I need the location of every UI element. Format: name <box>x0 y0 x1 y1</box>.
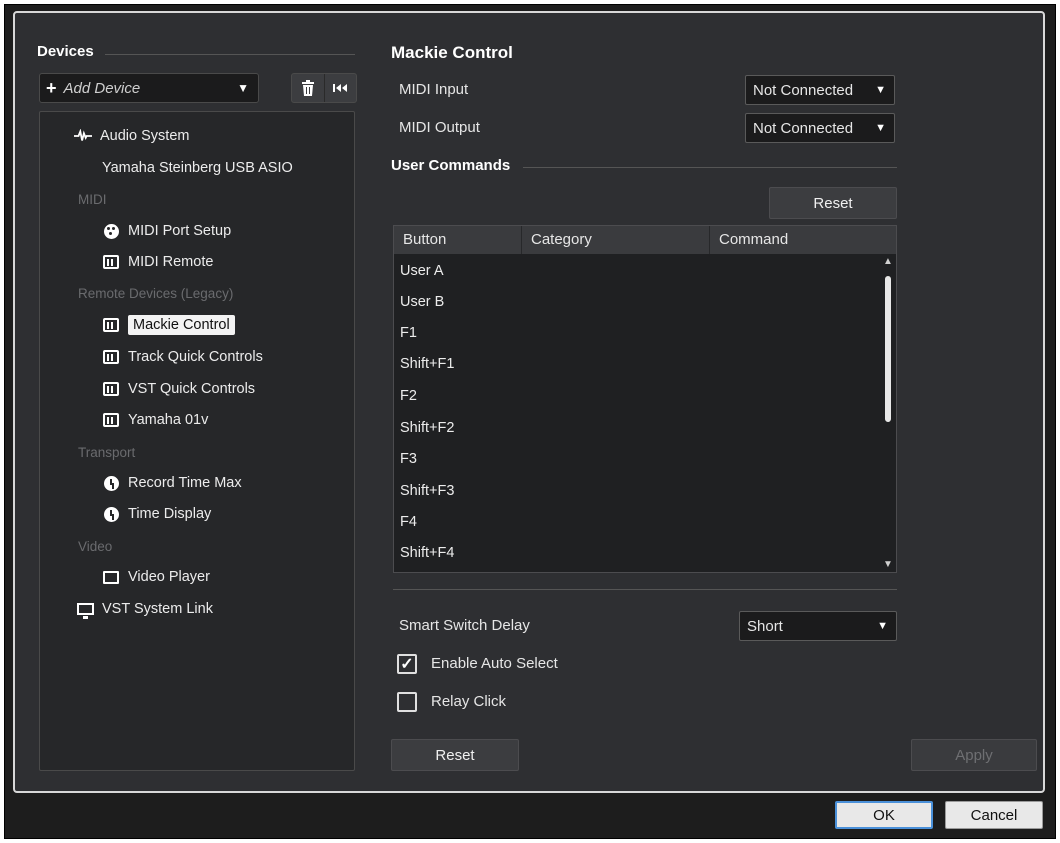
chevron-down-icon: ▼ <box>877 620 888 632</box>
cancel-button[interactable]: Cancel <box>945 801 1043 829</box>
table-row[interactable]: F2 <box>394 381 880 412</box>
keyboard-icon <box>102 380 120 398</box>
keyboard-icon <box>102 411 120 429</box>
tree-category-remote-devices: Remote Devices (Legacy) <box>78 286 234 301</box>
scrollbar-thumb[interactable] <box>885 276 891 422</box>
tree-item-video-player[interactable]: Video Player <box>102 565 210 589</box>
user-commands-reset-button[interactable]: Reset <box>769 187 897 219</box>
tree-item-label: Time Display <box>128 506 212 522</box>
section-divider <box>393 589 897 590</box>
studio-setup-panel: Devices + Add Device ▼ Audio System Yama… <box>13 11 1045 793</box>
enable-auto-select-checkbox[interactable]: ✓ <box>397 654 417 674</box>
tree-item-mackie-control[interactable]: Mackie Control <box>102 313 235 337</box>
smart-switch-delay-value: Short <box>747 617 783 635</box>
ok-button[interactable]: OK <box>835 801 933 829</box>
tree-item-label: Video Player <box>128 569 210 585</box>
tree-item-label: VST Quick Controls <box>128 381 256 397</box>
midi-port-icon <box>102 222 120 240</box>
midi-input-value: Not Connected <box>753 81 854 99</box>
table-row[interactable]: Shift+F1 <box>394 349 880 380</box>
plus-icon: + <box>46 77 57 98</box>
clock-icon <box>102 505 120 523</box>
tree-item-audio-system[interactable]: Audio System <box>74 124 189 148</box>
tree-item-record-time-max[interactable]: Record Time Max <box>102 471 242 495</box>
tree-item-midi-port-setup[interactable]: MIDI Port Setup <box>102 219 231 243</box>
table-row[interactable]: User A <box>394 256 880 287</box>
tree-item-label: MIDI Remote <box>128 254 214 270</box>
relay-click-label: Relay Click <box>431 693 507 710</box>
add-device-dropdown[interactable]: + Add Device ▼ <box>39 73 259 103</box>
devices-title: Devices <box>37 43 94 60</box>
table-row[interactable]: F1 <box>394 318 880 349</box>
dialog-window: Devices + Add Device ▼ Audio System Yama… <box>4 4 1056 839</box>
column-header-button[interactable]: Button <box>394 226 522 254</box>
checkmark-icon: ✓ <box>400 656 414 673</box>
midi-output-value: Not Connected <box>753 119 854 137</box>
tree-item-vst-system-link[interactable]: VST System Link <box>76 597 213 621</box>
chevron-down-icon: ▼ <box>875 84 886 96</box>
midi-input-label: MIDI Input <box>399 81 469 98</box>
midi-output-dropdown[interactable]: Not Connected ▼ <box>745 113 895 143</box>
table-row[interactable]: F3 <box>394 444 880 475</box>
trash-icon <box>301 80 314 96</box>
reset-device-button[interactable] <box>323 74 356 102</box>
device-tools <box>291 73 357 103</box>
user-commands-line <box>523 167 897 168</box>
tree-item-label: Track Quick Controls <box>128 349 263 365</box>
tree-item-label: Audio System <box>100 128 190 144</box>
table-header: Button Category Command <box>394 226 896 254</box>
tree-item-label: Record Time Max <box>128 475 242 491</box>
scroll-up-icon[interactable]: ▲ <box>880 256 896 267</box>
tree-item-label: MIDI Port Setup <box>128 223 232 239</box>
devices-title-line <box>105 54 355 55</box>
chevron-down-icon: ▼ <box>237 81 249 95</box>
tree-item-track-quick-controls[interactable]: Track Quick Controls <box>102 345 263 369</box>
table-scrollbar[interactable]: ▲ ▼ <box>880 254 896 572</box>
midi-input-dropdown[interactable]: Not Connected ▼ <box>745 75 895 105</box>
relay-click-checkbox[interactable] <box>397 692 417 712</box>
apply-button[interactable]: Apply <box>911 739 1037 771</box>
enable-auto-select-label: Enable Auto Select <box>431 655 558 672</box>
smart-switch-delay-dropdown[interactable]: Short ▼ <box>739 611 897 641</box>
column-header-command[interactable]: Command <box>710 226 896 254</box>
video-icon <box>102 568 120 586</box>
delete-device-button[interactable] <box>292 74 324 102</box>
tree-category-transport: Transport <box>78 445 136 460</box>
tree-item-midi-remote[interactable]: MIDI Remote <box>102 250 213 274</box>
user-commands-title: User Commands <box>391 157 511 174</box>
bottom-reset-button[interactable]: Reset <box>391 739 519 771</box>
chevron-down-icon: ▼ <box>875 122 886 134</box>
tree-item-time-display[interactable]: Time Display <box>102 502 211 526</box>
monitor-icon <box>76 600 94 619</box>
tree-item-label: Mackie Control <box>128 315 235 335</box>
tree-item-vst-quick-controls[interactable]: VST Quick Controls <box>102 377 255 401</box>
table-row[interactable]: Shift+F4 <box>394 538 880 569</box>
audio-wave-icon <box>74 127 92 145</box>
add-device-label: Add Device <box>63 79 141 97</box>
keyboard-icon <box>102 253 120 271</box>
tree-category-midi: MIDI <box>78 192 107 207</box>
midi-output-label: MIDI Output <box>399 119 480 136</box>
table-row[interactable]: F4 <box>394 507 880 538</box>
clock-icon <box>102 474 120 492</box>
table-row[interactable]: Shift+F3 <box>394 476 880 507</box>
tree-item-label: Yamaha 01v <box>128 412 209 428</box>
user-commands-table: Button Category Command User A User B F1… <box>393 225 897 573</box>
table-row[interactable]: Shift+F2 <box>394 413 880 444</box>
tree-item-label: VST System Link <box>102 601 213 617</box>
keyboard-icon <box>102 316 120 334</box>
tree-item-yamaha-01v[interactable]: Yamaha 01v <box>102 408 208 432</box>
scroll-down-icon[interactable]: ▼ <box>880 559 896 570</box>
tree-item-label: Yamaha Steinberg USB ASIO <box>102 160 293 176</box>
tree-item-yamaha-asio[interactable]: Yamaha Steinberg USB ASIO <box>102 156 293 180</box>
smart-switch-delay-label: Smart Switch Delay <box>399 617 530 634</box>
tree-category-video: Video <box>78 539 113 554</box>
device-title: Mackie Control <box>391 43 513 62</box>
keyboard-icon <box>102 348 120 366</box>
device-tree: Audio System Yamaha Steinberg USB ASIO M… <box>39 111 355 771</box>
table-row[interactable]: User B <box>394 287 880 318</box>
column-header-category[interactable]: Category <box>522 226 710 254</box>
rewind-icon <box>333 84 348 92</box>
